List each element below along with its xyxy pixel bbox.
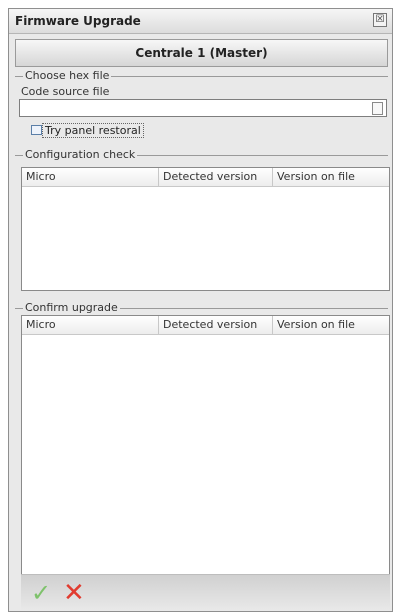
column-divider — [158, 316, 159, 334]
configuration-check-label: Configuration check — [23, 148, 138, 161]
close-icon[interactable]: ☒ — [373, 13, 387, 27]
code-source-file-input[interactable] — [19, 99, 387, 117]
column-header-micro[interactable]: Micro — [26, 318, 56, 331]
check-icon[interactable]: ✓ — [31, 579, 51, 607]
window-title: Firmware Upgrade — [15, 14, 141, 28]
column-header-micro[interactable]: Micro — [26, 170, 56, 183]
column-header-version-on-file[interactable]: Version on file — [277, 170, 355, 183]
try-panel-restoral-checkbox[interactable] — [31, 125, 42, 135]
firmware-upgrade-window: Firmware Upgrade ☒ Centrale 1 (Master) C… — [8, 8, 393, 612]
configuration-check-table[interactable]: Micro Detected version Version on file — [21, 167, 390, 291]
confirm-upgrade-label: Confirm upgrade — [23, 301, 120, 314]
dialog-footer: ✓ ✕ — [21, 574, 390, 611]
column-divider — [272, 168, 273, 186]
close-icon[interactable]: ✕ — [63, 578, 85, 608]
column-divider — [272, 316, 273, 334]
table-header: Micro Detected version Version on file — [22, 316, 389, 335]
file-browse-icon[interactable] — [372, 102, 383, 115]
choose-hex-file-label: Choose hex file — [23, 69, 112, 82]
code-source-file-label: Code source file — [19, 85, 112, 98]
confirm-upgrade-table[interactable]: Micro Detected version Version on file — [21, 315, 390, 575]
try-panel-restoral-label[interactable]: Try panel restoral — [42, 123, 144, 138]
column-header-detected-version[interactable]: Detected version — [163, 170, 257, 183]
title-bar: Firmware Upgrade ☒ — [9, 9, 392, 34]
node-selector-button[interactable]: Centrale 1 (Master) — [15, 39, 388, 67]
table-header: Micro Detected version Version on file — [22, 168, 389, 187]
column-divider — [158, 168, 159, 186]
column-header-version-on-file[interactable]: Version on file — [277, 318, 355, 331]
column-header-detected-version[interactable]: Detected version — [163, 318, 257, 331]
